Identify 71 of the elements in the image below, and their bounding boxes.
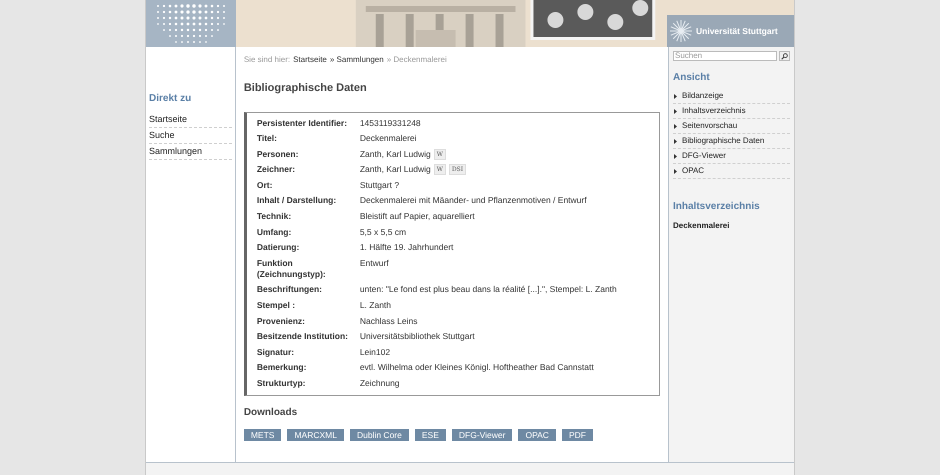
field-value: 1. Hälfte 19. Jahrhundert	[360, 242, 454, 254]
field-value: Entwurf	[360, 258, 389, 269]
view-menu-link[interactable]: Seitenvorschau	[673, 119, 790, 134]
field-label: Ort:	[256, 180, 274, 191]
triangle-icon	[674, 154, 677, 158]
sidebar-link[interactable]: Startseite	[149, 112, 232, 128]
toc-link[interactable]: Deckenmalerei	[673, 220, 790, 232]
field-label: Funktion (Zeichnungstyp):	[256, 258, 327, 280]
field-value: evtl. Wilhelma oder Kleines Königl. Hoftheather Bad Cannstatt	[360, 362, 594, 374]
field-label: Zeichner:	[256, 164, 296, 176]
field-label: Datierung:	[256, 242, 300, 254]
view-menu-link[interactable]: Bibliographische Daten	[673, 134, 790, 149]
university-name: Universität Stuttgart	[696, 24, 778, 38]
download-button[interactable]: METS	[244, 428, 282, 441]
field-value: 1453119331248	[360, 118, 421, 128]
view-menu-link[interactable]: DFG-Viewer	[673, 149, 790, 164]
field-value: Deckenmalerei mit Mäander- und Pflanzenmotiven / Entwurf	[360, 195, 587, 206]
field-label: Technik:	[256, 211, 292, 222]
page-title: Bibliographische Daten	[244, 81, 368, 96]
field-label: Bemerkung:	[256, 362, 308, 374]
triangle-icon	[674, 168, 677, 174]
field-value: Stuttgart ?	[360, 180, 400, 191]
field-label: Strukturtyp:	[256, 378, 306, 389]
field-label: Titel:	[256, 133, 278, 144]
field-value: unten: "Le fond est plus beau dans la réalité [...].", Stempel: L. Zanth	[360, 284, 617, 296]
download-button[interactable]: OPAC	[518, 428, 556, 441]
download-button[interactable]: MARCXML	[287, 428, 344, 441]
field-label: Inhalt / Darstellung:	[256, 195, 338, 206]
view-menu-link[interactable]: Bildanzeige	[673, 89, 790, 104]
sidebar-heading: Ansicht	[673, 71, 711, 85]
field-label: Provenienz:	[256, 316, 306, 327]
field-label: Beschriftungen:	[256, 284, 323, 296]
field-value: Nachlass Leins	[360, 316, 418, 327]
university-logo-icon	[669, 19, 693, 43]
field-label: Besitzende Institution:	[256, 331, 349, 342]
breadcrumb-current: » Deckenmalerei	[386, 54, 447, 66]
breadcrumb-link[interactable]: » Sammlungen	[330, 54, 384, 66]
field-value: 5,5 x 5,5 cm	[360, 226, 406, 238]
view-menu-link[interactable]: OPAC	[673, 164, 790, 179]
field-value: Universitätsbibliothek Stuttgart	[360, 331, 475, 342]
field-value: Zeichnung	[360, 378, 400, 389]
field-label: Persistenter Identifier:	[256, 118, 348, 128]
search-field[interactable]: Suchen	[673, 51, 777, 61]
field-label: Stempel :	[256, 300, 296, 312]
field-value: Deckenmalerei	[360, 133, 417, 144]
downloads-heading: Downloads	[244, 406, 298, 420]
sidebar-link[interactable]: Suche	[149, 128, 232, 144]
field-label: Umfang:	[256, 226, 292, 238]
triangle-icon	[674, 94, 677, 98]
sidebar-heading: Direkt zu	[149, 92, 192, 106]
download-button[interactable]: DFG-Viewer	[452, 428, 512, 441]
triangle-icon	[674, 124, 677, 128]
field-value: Bleistift auf Papier, aquarelliert	[360, 211, 475, 222]
breadcrumb-link[interactable]: Startseite	[293, 54, 327, 66]
field-value: Lein102	[360, 346, 390, 358]
field-value: L. Zanth	[360, 300, 392, 312]
triangle-icon	[674, 108, 677, 114]
view-menu-link[interactable]: Inhaltsverzeichnis	[673, 104, 790, 119]
search-button[interactable]	[779, 51, 790, 61]
dots-logo-icon	[155, 2, 227, 44]
sidebar-heading: Inhaltsverzeichnis	[673, 200, 761, 214]
field-value: Zanth, Karl Ludwig	[360, 164, 431, 176]
field-label: Signatur:	[256, 346, 296, 358]
download-button[interactable]: PDF	[562, 428, 593, 441]
download-button[interactable]: ESE	[414, 428, 446, 441]
sidebar-link[interactable]: Sammlungen	[149, 144, 232, 160]
download-button[interactable]: Dublin Core	[350, 428, 409, 441]
field-value: Zanth, Karl Ludwig	[360, 148, 431, 160]
field-label: Personen:	[256, 148, 300, 160]
breadcrumb-label: Sie sind hier:	[244, 54, 290, 66]
triangle-icon	[674, 138, 677, 144]
